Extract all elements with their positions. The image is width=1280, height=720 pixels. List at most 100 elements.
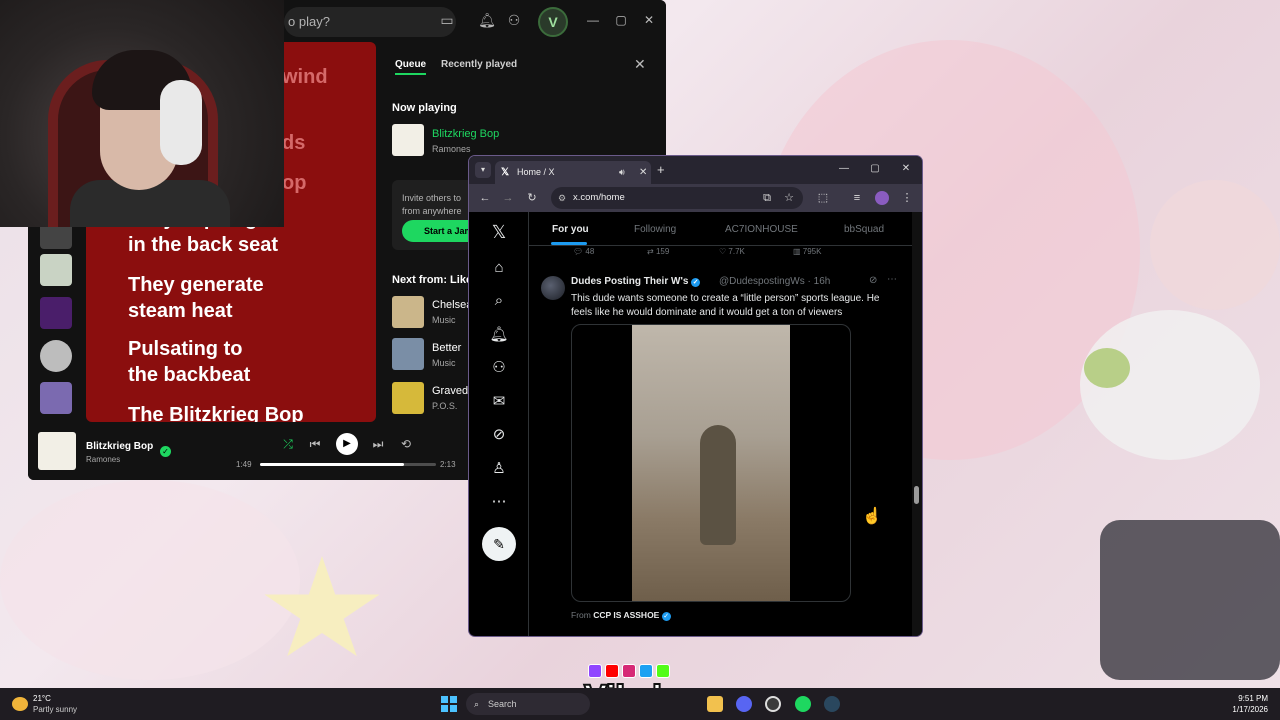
install-icon[interactable]: ⧉ (759, 190, 775, 206)
minimize-icon[interactable]: — (585, 12, 601, 28)
more-icon[interactable]: ⋯ (887, 274, 897, 285)
discord-icon[interactable] (736, 696, 752, 712)
forward-icon[interactable]: → (500, 190, 516, 206)
extensions-icon[interactable]: ⬚ (815, 190, 831, 206)
site-info-icon[interactable]: ⚙ (558, 187, 566, 209)
search-icon[interactable]: ⌕ (489, 291, 509, 311)
instagram-icon (622, 664, 636, 678)
new-tab-icon[interactable]: + (657, 162, 665, 178)
queue-item-title[interactable]: Chelsea (432, 299, 472, 311)
post-author-name[interactable]: Dudes Posting Their W's ✓ (571, 276, 701, 287)
library-item[interactable] (40, 254, 72, 286)
bell-icon[interactable]: 🔔︎ (478, 11, 496, 29)
repeat-icon[interactable]: ⟲ (398, 436, 414, 452)
reload-icon[interactable]: ↻ (524, 190, 540, 206)
maximize-icon[interactable]: ▢ (613, 12, 629, 28)
grok-icon[interactable]: ⊘ (869, 275, 877, 286)
weather-temp[interactable]: 21°C (33, 694, 51, 703)
reply-count[interactable]: 💬︎ 48 (573, 247, 594, 256)
tab-queue[interactable]: Queue (395, 59, 427, 75)
taskbar-search[interactable]: ⌕ Search (466, 693, 590, 715)
browse-icon[interactable]: ▭ (438, 11, 456, 29)
compose-post-button[interactable]: ✎ (482, 527, 516, 561)
follow-icon[interactable]: ⚇ (489, 358, 509, 378)
minimize-icon[interactable]: — (837, 163, 851, 174)
queue-item-title[interactable]: Graved (432, 385, 468, 397)
track-artist[interactable]: Ramones (86, 455, 120, 464)
steam-icon[interactable] (824, 696, 840, 712)
scrollbar[interactable] (912, 212, 922, 636)
bookmark-icon[interactable]: ☆ (781, 190, 797, 206)
view-count[interactable]: ▥ 795K (793, 247, 821, 256)
browser-tab[interactable]: 𝕏 Home / X 🔊︎ ✕ (495, 161, 651, 184)
library-item[interactable] (40, 340, 72, 372)
video-source[interactable]: From CCP IS ASSHOE ✓ (571, 610, 671, 621)
wallpaper-shape (1084, 348, 1130, 388)
next-icon[interactable]: ⏭ (370, 436, 386, 452)
x-logo-icon[interactable]: 𝕏 (489, 222, 509, 242)
menu-icon[interactable]: ⋮ (899, 190, 915, 206)
grok-icon[interactable]: ⊘ (489, 425, 509, 445)
like-count[interactable]: ♡ 7.7K (719, 247, 745, 256)
file-explorer-icon[interactable] (707, 696, 723, 712)
notifications-icon[interactable]: 🔔︎ (489, 325, 509, 345)
weather-condition[interactable]: Partly sunny (33, 705, 77, 714)
post-video[interactable] (571, 324, 851, 602)
clock-time[interactable]: 9:51 PM (1234, 694, 1268, 703)
duration-time: 2:13 (440, 460, 456, 469)
repost-count[interactable]: ⇄ 159 (647, 247, 669, 256)
friends-icon[interactable]: ⚇ (505, 11, 523, 29)
progress-bar[interactable] (260, 463, 436, 466)
windows-start-icon[interactable] (441, 696, 457, 712)
wallpaper-shape (1100, 520, 1280, 680)
url-text: x.com/home (573, 192, 625, 203)
weather-sun-icon[interactable] (12, 697, 28, 711)
search-label: Search (488, 699, 517, 709)
tab-bbsquad[interactable]: bbSquad (844, 224, 884, 235)
post-author-avatar[interactable] (541, 276, 565, 300)
clock-date[interactable]: 1/17/2026 (1222, 705, 1268, 714)
verified-icon: ✓ (661, 612, 671, 621)
album-art[interactable] (38, 432, 76, 470)
track-title[interactable]: Blitzkrieg Bop (86, 441, 153, 452)
tab-following[interactable]: Following (634, 224, 676, 235)
saved-check-icon[interactable]: ✓ (160, 446, 171, 457)
maximize-icon[interactable]: ▢ (868, 163, 882, 174)
profile-icon[interactable]: ♙ (489, 459, 509, 479)
tab-ac7ionhouse[interactable]: AC7IONHOUSE (725, 224, 798, 235)
more-icon[interactable]: ⋯ (489, 492, 509, 512)
play-button[interactable]: ▶ (336, 433, 358, 455)
obs-icon[interactable] (765, 696, 781, 712)
close-icon[interactable]: ✕ (641, 12, 657, 28)
library-item[interactable] (40, 297, 72, 329)
queue-item-art (392, 382, 424, 414)
lyric-line: ds (282, 132, 306, 154)
library-item[interactable] (40, 382, 72, 414)
lyric-line: wind (282, 66, 328, 88)
close-icon[interactable]: ✕ (639, 161, 647, 184)
tab-search-icon[interactable]: ▾ (475, 162, 491, 178)
avatar[interactable]: V (538, 7, 568, 37)
lyric-line: op (282, 172, 307, 194)
now-playing-title[interactable]: Blitzkrieg Bop (432, 128, 499, 140)
spotify-icon[interactable] (795, 696, 811, 712)
profile-avatar[interactable] (875, 191, 889, 205)
messages-icon[interactable]: ✉ (489, 392, 509, 412)
shuffle-icon[interactable]: ⤮ (280, 436, 296, 452)
media-icon[interactable]: ≡ (849, 190, 865, 206)
twitter-icon (639, 664, 653, 678)
audio-icon[interactable]: 🔊︎ (619, 161, 625, 184)
back-icon[interactable]: ← (477, 190, 493, 206)
tab-bar: ▾ 𝕏 Home / X 🔊︎ ✕ + — ▢ ✕ (469, 156, 922, 184)
close-icon[interactable]: ✕ (899, 163, 913, 174)
tab-recently-played[interactable]: Recently played (441, 59, 517, 70)
scrollbar-thumb[interactable] (914, 486, 919, 504)
previous-icon[interactable]: ⏮ (307, 436, 323, 452)
tab-for-you[interactable]: For you (552, 224, 589, 235)
home-icon[interactable]: ⌂ (489, 258, 509, 278)
post-author-handle[interactable]: @DudespostingWs · 16h (719, 276, 830, 287)
search-input[interactable]: o play? (284, 7, 456, 37)
close-icon[interactable]: ✕ (634, 56, 646, 73)
queue-item-title[interactable]: Better (432, 342, 461, 354)
now-playing-artist[interactable]: Ramones (432, 144, 471, 154)
